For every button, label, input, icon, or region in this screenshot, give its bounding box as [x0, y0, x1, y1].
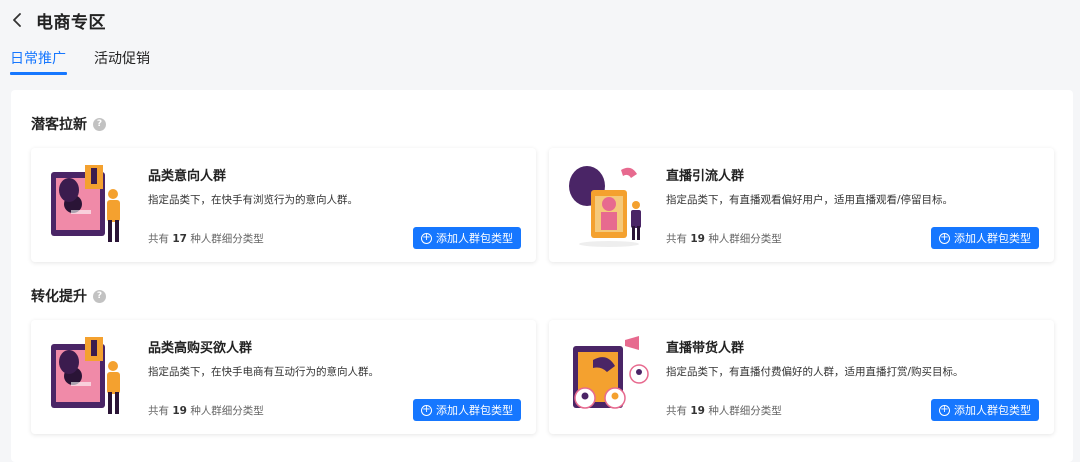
audience-card: 直播引流人群 指定品类下，有直播观看偏好用户，适用直播观看/停留目标。 共有 1… — [549, 148, 1054, 262]
count-suffix: 种人群细分类型 — [708, 405, 782, 417]
section-header: 转化提升 ? — [31, 286, 106, 306]
count-prefix: 共有 — [148, 233, 169, 245]
audience-card: 品类高购买欲人群 指定品类下，在快手电商有互动行为的意向人群。 共有 19 种人… — [31, 320, 536, 434]
tab-event-promotion[interactable]: 活动促销 — [94, 48, 150, 68]
tab-bar: 日常推广 活动促销 — [0, 44, 300, 76]
live-commerce-illustration — [563, 332, 655, 420]
segment-count: 19 — [690, 233, 705, 245]
count-suffix: 种人群细分类型 — [190, 233, 264, 245]
count-prefix: 共有 — [666, 233, 687, 245]
page-title: 电商专区 — [36, 13, 106, 33]
card-title: 直播引流人群 — [666, 169, 745, 184]
card-title: 品类意向人群 — [148, 169, 227, 184]
section-title: 转化提升 — [31, 289, 87, 305]
card-description: 指定品类下，有直播观看偏好用户，适用直播观看/停留目标。 — [666, 194, 954, 206]
button-label: 添加人群包类型 — [436, 232, 513, 245]
plus-circle-icon: + — [421, 232, 432, 244]
add-audience-package-button[interactable]: + 添加人群包类型 — [931, 227, 1039, 249]
chevron-left-icon — [13, 13, 21, 27]
active-tab-indicator — [10, 72, 67, 75]
live-traffic-illustration — [563, 160, 655, 248]
button-label: 添加人群包类型 — [954, 404, 1031, 417]
audience-card: 直播带货人群 指定品类下，有直播付费偏好的人群，适用直播打赏/购买目标。 共有 … — [549, 320, 1054, 434]
card-title: 品类高购买欲人群 — [148, 341, 253, 356]
add-audience-package-button[interactable]: + 添加人群包类型 — [413, 227, 521, 249]
segment-count-text: 共有 19 种人群细分类型 — [666, 231, 782, 246]
count-prefix: 共有 — [666, 405, 687, 417]
button-label: 添加人群包类型 — [954, 232, 1031, 245]
main-panel: 潜客拉新 ? 品类意向人群 指定品类下，在快手有浏览行为的意向人群。 共有 17… — [11, 90, 1073, 462]
card-description: 指定品类下，在快手电商有互动行为的意向人群。 — [148, 366, 379, 378]
card-title: 直播带货人群 — [666, 341, 745, 356]
segment-count-text: 共有 17 种人群细分类型 — [148, 231, 264, 246]
add-audience-package-button[interactable]: + 添加人群包类型 — [931, 399, 1039, 421]
segment-count: 17 — [172, 233, 187, 245]
plus-circle-icon: + — [939, 232, 950, 244]
audience-card: 品类意向人群 指定品类下，在快手有浏览行为的意向人群。 共有 17 种人群细分类… — [31, 148, 536, 262]
question-circle-icon[interactable]: ? — [93, 289, 106, 303]
plus-circle-icon: + — [421, 404, 432, 416]
top-bar: 电商专区 — [0, 0, 1080, 40]
section-title: 潜客拉新 — [31, 117, 87, 133]
tab-daily-promotion[interactable]: 日常推广 — [10, 48, 66, 68]
count-prefix: 共有 — [148, 405, 169, 417]
browsing-audience-illustration — [45, 160, 137, 248]
plus-circle-icon: + — [939, 404, 950, 416]
segment-count-text: 共有 19 种人群细分类型 — [666, 403, 782, 418]
card-description: 指定品类下，在快手有浏览行为的意向人群。 — [148, 194, 358, 206]
count-suffix: 种人群细分类型 — [708, 233, 782, 245]
section-header: 潜客拉新 ? — [31, 114, 106, 134]
button-label: 添加人群包类型 — [436, 404, 513, 417]
card-description: 指定品类下，有直播付费偏好的人群，适用直播打赏/购买目标。 — [666, 366, 964, 378]
count-suffix: 种人群细分类型 — [190, 405, 264, 417]
segment-count: 19 — [690, 405, 705, 417]
back-button[interactable] — [9, 11, 25, 29]
segment-count-text: 共有 19 种人群细分类型 — [148, 403, 264, 418]
add-audience-package-button[interactable]: + 添加人群包类型 — [413, 399, 521, 421]
question-circle-icon[interactable]: ? — [93, 117, 106, 131]
segment-count: 19 — [172, 405, 187, 417]
purchase-intent-illustration — [45, 332, 137, 420]
